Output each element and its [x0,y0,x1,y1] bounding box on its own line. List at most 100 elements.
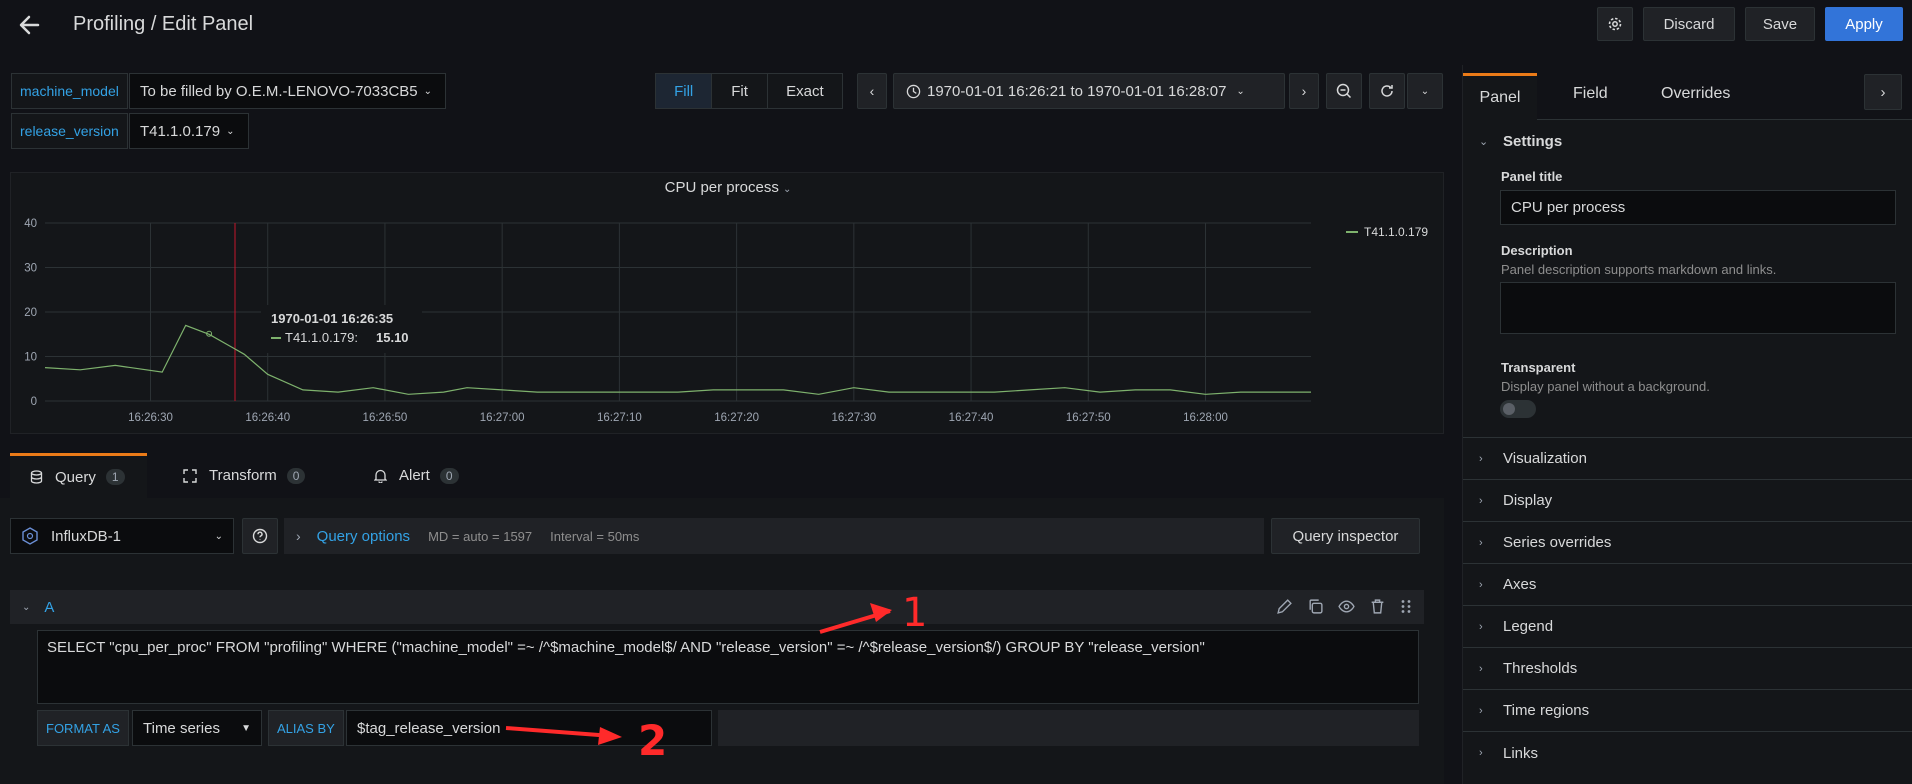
time-back-button[interactable]: ‹ [857,73,887,109]
panel-title-value: CPU per process [1511,199,1626,216]
query-text: SELECT "cpu_per_proc" FROM "profiling" W… [47,639,1205,656]
transparent-label: Transparent [1501,360,1576,375]
x-tick-label: 16:26:30 [128,412,173,424]
chevron-right-icon: › [1479,452,1483,465]
tooltip-swatch [271,336,281,339]
eye-icon[interactable] [1338,598,1355,615]
tab-field[interactable]: Field [1573,85,1608,103]
time-range-text: 1970-01-01 16:26:21 to 1970-01-01 16:28:… [927,82,1227,100]
tooltip-series: T41.1.0.179: [285,330,358,345]
datasource-help-button[interactable] [242,518,278,554]
variable-select-release-version[interactable]: T41.1.0.179 ⌄ [129,113,249,149]
section-label: Legend [1503,618,1554,635]
chevron-right-icon: › [1301,83,1307,99]
format-as-select[interactable]: Time series ▼ [132,710,262,746]
tab-panel[interactable]: Panel [1463,73,1537,120]
drag-handle-icon[interactable] [1400,598,1412,615]
transparent-toggle[interactable] [1500,400,1536,418]
chevron-left-icon: ‹ [869,83,875,99]
chevron-right-icon: › [1479,536,1483,549]
section-axes[interactable]: › Axes [1463,564,1912,606]
query-options-interval: Interval = 50ms [550,528,640,544]
pencil-icon[interactable] [1276,598,1293,615]
variable-value: T41.1.0.179 [140,122,221,140]
trash-icon[interactable] [1369,598,1386,615]
chevron-right-icon: › [1479,704,1483,717]
gear-icon [1608,17,1622,31]
x-tick-label: 16:27:50 [1066,412,1111,424]
query-textarea[interactable]: SELECT "cpu_per_proc" FROM "profiling" W… [37,630,1419,704]
time-range-picker[interactable]: 1970-01-01 16:26:21 to 1970-01-01 16:28:… [893,73,1285,109]
panel-title-label: Panel title [1501,169,1563,184]
tab-label: Query [55,468,96,486]
variable-label-release-version: release_version [11,113,128,149]
alias-filler [718,710,1419,746]
y-tick-label: 10 [24,352,37,364]
panel-title-input[interactable]: CPU per process [1500,190,1896,225]
tab-query[interactable]: Query 1 [10,453,147,498]
chevron-down-icon: ⌄ [22,601,31,613]
tab-alert[interactable]: Alert 0 [374,453,459,498]
chart-tooltip: 1970-01-01 16:26:35 T41.1.0.179: 15.10 [261,305,422,353]
variable-select-machine-model[interactable]: To be filled by O.E.M.-LENOVO-7033CB5 ⌄ [129,73,446,109]
cpu-chart[interactable]: 0 10 20 30 40 16:26:30 16:26:40 16:26:50 16:27:… [11,173,1445,435]
apply-button[interactable]: Apply [1825,7,1903,41]
back-arrow-icon[interactable] [16,11,44,39]
refresh-icon [1381,85,1393,97]
section-thresholds[interactable]: › Thresholds [1463,648,1912,690]
alias-by-value: $tag_release_version [357,719,501,737]
query-inspector-button[interactable]: Query inspector [1271,518,1420,554]
section-time-regions[interactable]: › Time regions [1463,690,1912,732]
x-tick-label: 16:26:50 [363,412,408,424]
discard-button[interactable]: Discard [1643,7,1735,41]
section-label: Display [1503,492,1553,509]
query-options-label: Query options [316,527,411,545]
chart-legend[interactable]: T41.1.0.179 [1346,225,1428,239]
copy-icon[interactable] [1307,598,1324,615]
refresh-button[interactable] [1369,73,1405,109]
chevron-right-icon: › [296,528,301,544]
section-settings[interactable]: ⌄ Settings [1463,120,1912,162]
database-icon [30,470,43,484]
section-links[interactable]: › Links [1463,732,1912,774]
chevron-down-icon: ⌄ [226,125,235,137]
x-tick-label: 16:27:30 [831,412,876,424]
panel-preview: CPU per process ⌄ 0 10 20 30 40 16:26:30 16:2… [10,172,1444,434]
settings-button[interactable] [1597,7,1633,41]
datasource-picker[interactable]: InfluxDB-1 ⌄ [10,518,234,554]
tab-overrides[interactable]: Overrides [1661,85,1730,103]
section-series-overrides[interactable]: › Series overrides [1463,522,1912,564]
datasource-name: InfluxDB-1 [51,527,122,545]
refresh-interval-button[interactable]: ⌄ [1407,73,1443,109]
x-tick-label: 16:27:40 [949,412,994,424]
chevron-right-icon: › [1479,494,1483,507]
alias-by-label: ALIAS BY [268,710,344,746]
save-button[interactable]: Save [1745,7,1815,41]
exact-button[interactable]: Exact [766,74,842,108]
time-forward-button[interactable]: › [1289,73,1319,109]
x-tick-label: 16:27:00 [480,412,525,424]
section-legend[interactable]: › Legend [1463,606,1912,648]
chevron-down-icon: ⌄ [1479,135,1489,148]
fill-button[interactable]: Fill [656,74,712,108]
bell-icon [374,469,387,483]
description-textarea[interactable] [1500,282,1896,334]
fit-button[interactable]: Fit [711,74,767,108]
format-as-label: FORMAT AS [37,710,129,746]
section-label: Axes [1503,576,1537,593]
zoom-out-button[interactable] [1326,73,1362,109]
collapse-pane-button[interactable]: › [1864,74,1902,110]
query-options-bar[interactable]: › Query options MD = auto = 1597 Interva… [284,518,1264,554]
top-bar: Profiling / Edit Panel Discard Save Appl… [0,0,1912,50]
tab-label: Transform [209,467,277,484]
y-tick-label: 0 [31,396,37,408]
query-row-header[interactable]: ⌄ A [10,590,1424,624]
description-label: Description [1501,243,1573,258]
section-display[interactable]: › Display [1463,480,1912,522]
annotation-number-1: 1 [902,590,928,636]
tab-count: 0 [439,467,459,484]
section-visualization[interactable]: › Visualization [1463,438,1912,480]
tab-transform[interactable]: Transform 0 [183,453,306,498]
y-tick-label: 40 [24,218,37,230]
y-axis-ticks: 0 10 20 30 40 [24,218,37,408]
